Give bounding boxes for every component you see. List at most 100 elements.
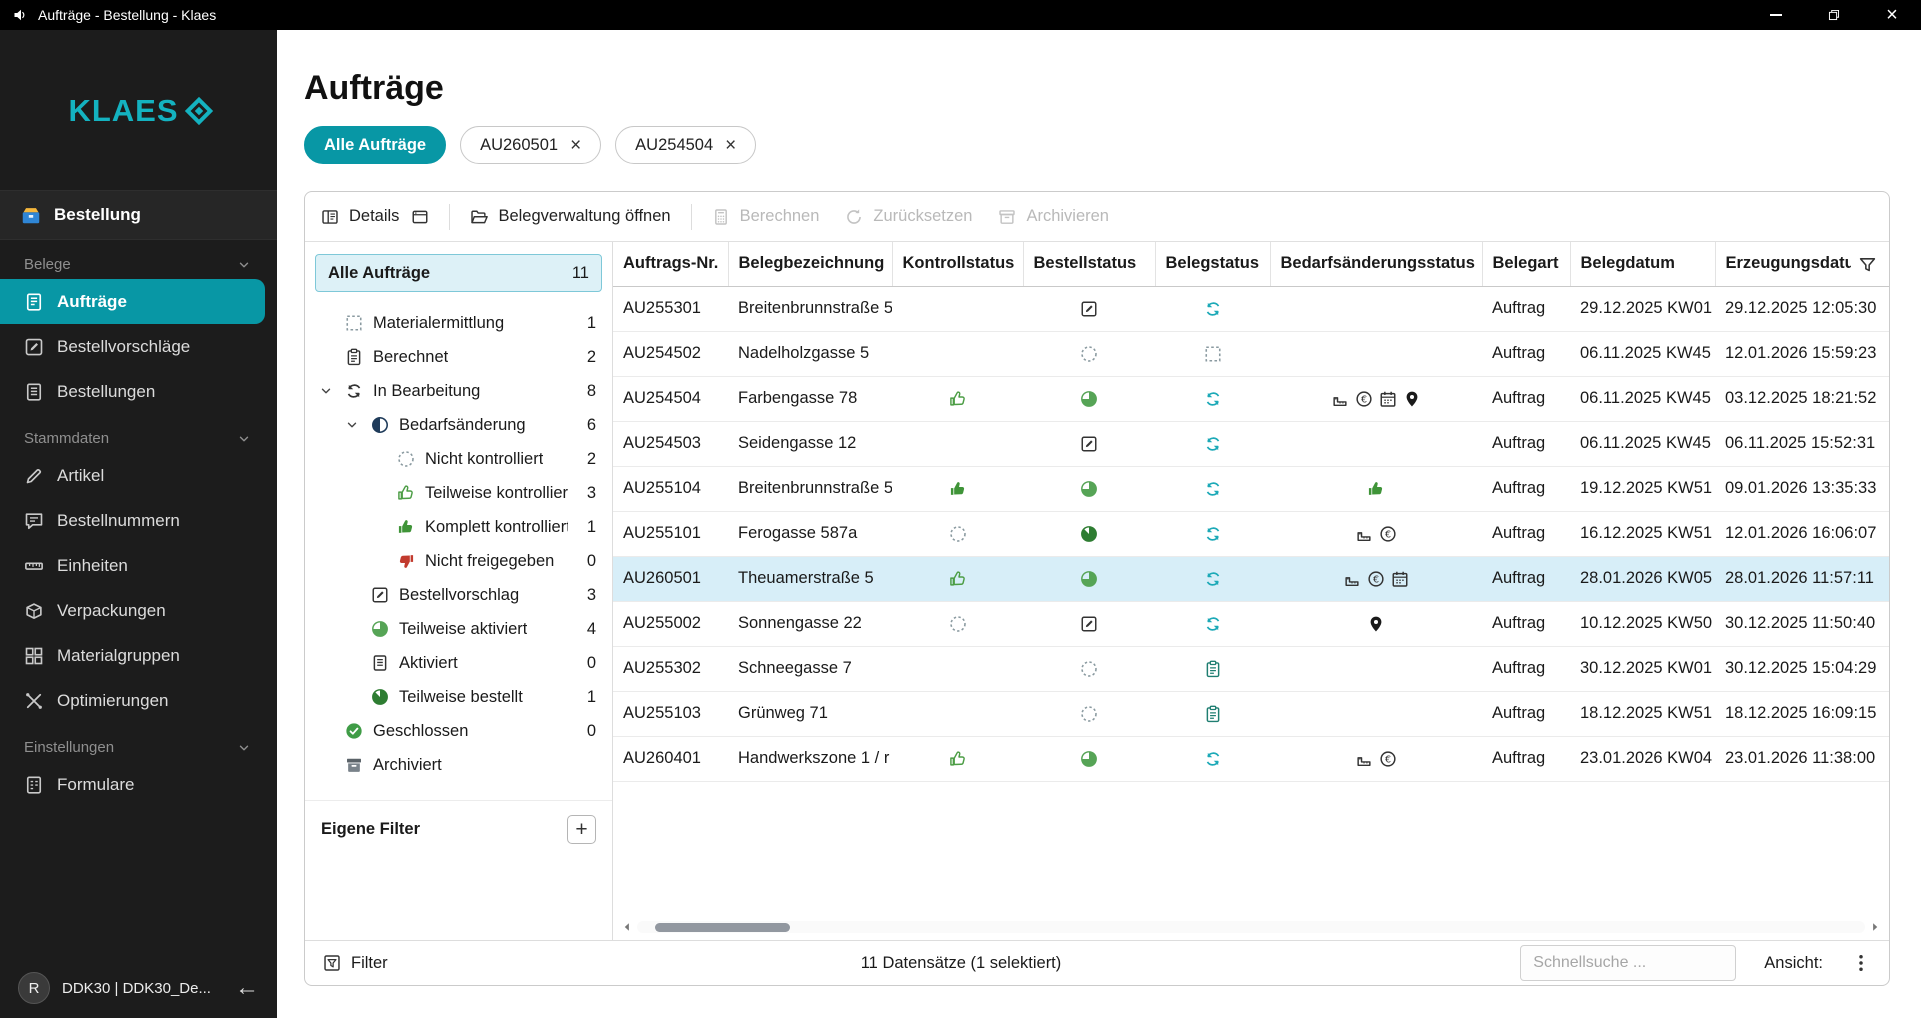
kebab-menu-icon[interactable]: [1851, 953, 1871, 973]
cell-belegbezeichnung: Ferogasse 587a: [728, 511, 892, 556]
close-button[interactable]: ×: [1863, 0, 1921, 30]
sidebar-item-verpackungen[interactable]: Verpackungen: [0, 588, 277, 633]
tree-item-aktiviert[interactable]: Aktiviert0: [305, 646, 612, 680]
tree-item-teilweise-kontrolliert[interactable]: Teilweise kontrolliert3: [305, 476, 612, 510]
table-row[interactable]: AU255104Breitenbrunnstraße 5Auftrag19.12…: [613, 466, 1889, 511]
cell-bedarfsaenderungsstatus: [1270, 691, 1482, 736]
cell-belegbezeichnung: Schneegasse 7: [728, 646, 892, 691]
cell-belegbezeichnung: Theuamerstraße 5: [728, 556, 892, 601]
table-row[interactable]: AU255302Schneegasse 7Auftrag30.12.2025 K…: [613, 646, 1889, 691]
scroll-left-icon[interactable]: [621, 921, 633, 933]
thumb-up-outline-icon: [949, 570, 967, 588]
table-row[interactable]: AU260501Theuamerstraße 5€Auftrag28.01.20…: [613, 556, 1889, 601]
berechnen-button[interactable]: Berechnen: [712, 207, 820, 226]
measure-icon: [1331, 390, 1349, 408]
collapse-sidebar-icon[interactable]: ←: [235, 976, 259, 1000]
sidebar-item-artikel[interactable]: Artikel: [0, 453, 277, 498]
chevron-down-icon[interactable]: [345, 418, 371, 432]
sidebar-item-bestellnummern[interactable]: Bestellnummern: [0, 498, 277, 543]
chevron-down-icon: [237, 258, 251, 272]
sidebar-item-materialgruppen[interactable]: Materialgruppen: [0, 633, 277, 678]
cell-belegdatum: 16.12.2025 KW51: [1570, 511, 1715, 556]
tree-root-label: Alle Aufträge: [328, 264, 430, 283]
column-header-bestellstatus[interactable]: Bestellstatus: [1023, 242, 1155, 286]
edit-square-icon: [1080, 300, 1098, 318]
tree-item-count: 2: [587, 450, 596, 469]
column-header-belegdatum[interactable]: Belegdatum: [1570, 242, 1715, 286]
tree-item-materialermittlung[interactable]: Materialermittlung1: [305, 306, 612, 340]
tree-item-komplett-kontrolliert[interactable]: Komplett kontrolliert1: [305, 510, 612, 544]
sidebar-item-optimierungen[interactable]: Optimierungen: [0, 678, 277, 723]
open-belegverwaltung-button[interactable]: Belegverwaltung öffnen: [470, 207, 670, 226]
tree-item-bedarfs-nderung[interactable]: Bedarfsänderung6: [305, 408, 612, 442]
chevron-down-icon[interactable]: [319, 384, 345, 398]
records-count: 11 Datensätze (1 selektiert): [861, 954, 1062, 973]
chip-close-icon[interactable]: ×: [570, 136, 581, 155]
zuruecksetzen-button[interactable]: Zurücksetzen: [845, 207, 972, 226]
quick-search-input[interactable]: [1520, 945, 1736, 981]
minimize-button[interactable]: [1747, 0, 1805, 30]
tree-item-geschlossen[interactable]: Geschlossen0: [305, 714, 612, 748]
column-header-belegbezeichnung[interactable]: Belegbezeichnung: [728, 242, 892, 286]
tree-item-count: 1: [587, 688, 596, 707]
nav-section-einstellungen[interactable]: Einstellungen: [0, 723, 277, 762]
thumb-up-filled-icon: [397, 518, 415, 536]
filter-label: Filter: [351, 954, 388, 973]
column-header-bedarfs-nderungsstatus[interactable]: Bedarfsänderungsstatus: [1270, 242, 1482, 286]
sidebar-item-label: Bestellvorschläge: [57, 337, 190, 357]
details-button[interactable]: Details: [321, 207, 399, 226]
tree-item-bestellvorschlag[interactable]: Bestellvorschlag3: [305, 578, 612, 612]
filter-chip-au254504[interactable]: AU254504×: [615, 126, 756, 164]
tree-item-alle-auftraege[interactable]: Alle Aufträge 11: [315, 254, 602, 292]
avatar[interactable]: R: [18, 972, 50, 1004]
tree-item-nicht-kontrolliert[interactable]: Nicht kontrolliert2: [305, 442, 612, 476]
table-row[interactable]: AU255301Breitenbrunnstraße 5Auftrag29.12…: [613, 286, 1889, 331]
add-filter-button[interactable]: +: [567, 815, 596, 844]
tree-item-teilweise-bestellt[interactable]: Teilweise bestellt1: [305, 680, 612, 714]
sidebar-item-bestellungen[interactable]: Bestellungen: [0, 369, 277, 414]
table-row[interactable]: AU260401Handwerkszone 1 / r€Auftrag23.01…: [613, 736, 1889, 781]
sidebar-item-bestellvorschl-ge[interactable]: Bestellvorschläge: [0, 324, 277, 369]
pie-partial-icon: [1080, 480, 1098, 498]
scroll-right-icon[interactable]: [1869, 921, 1881, 933]
filter-funnel-icon[interactable]: [1851, 253, 1877, 277]
table-row[interactable]: AU255002Sonnengasse 22Auftrag10.12.2025 …: [613, 601, 1889, 646]
tree-item-teilweise-aktiviert[interactable]: Teilweise aktiviert4: [305, 612, 612, 646]
column-header-belegstatus[interactable]: Belegstatus: [1155, 242, 1270, 286]
table-row[interactable]: AU255101Ferogasse 587a€Auftrag16.12.2025…: [613, 511, 1889, 556]
cell-belegstatus: [1155, 286, 1270, 331]
column-header-belegart[interactable]: Belegart: [1482, 242, 1570, 286]
sidebar-item-label: Formulare: [57, 775, 134, 795]
chip-close-icon[interactable]: ×: [725, 136, 736, 155]
table-row[interactable]: AU254503Seidengasse 12Auftrag06.11.2025 …: [613, 421, 1889, 466]
table-row[interactable]: AU254502Nadelholzgasse 5Auftrag06.11.202…: [613, 331, 1889, 376]
scrollbar-thumb[interactable]: [655, 923, 790, 932]
sidebar-item-auftr-ge[interactable]: Aufträge: [0, 279, 265, 324]
orders-table: Auftrags-Nr.BelegbezeichnungKontrollstat…: [613, 242, 1889, 782]
filter-chip-alle-auftr-ge[interactable]: Alle Aufträge: [304, 126, 446, 164]
table-row[interactable]: AU255103Grünweg 71Auftrag18.12.2025 KW51…: [613, 691, 1889, 736]
sidebar-item-formulare[interactable]: Formulare: [0, 762, 277, 807]
tree-item-berechnet[interactable]: Berechnet2: [305, 340, 612, 374]
column-header-auftrags-nr[interactable]: Auftrags-Nr.: [613, 242, 728, 286]
sync-icon: [1204, 525, 1222, 543]
nav-section-stammdaten[interactable]: Stammdaten: [0, 414, 277, 453]
filter-button[interactable]: Filter: [323, 954, 388, 973]
tree-item-archiviert[interactable]: Archiviert: [305, 748, 612, 782]
filter-chip-au260501[interactable]: AU260501×: [460, 126, 601, 164]
maximize-button[interactable]: [1805, 0, 1863, 30]
nav-section-belege[interactable]: Belege: [0, 240, 277, 279]
sidebar-item-einheiten[interactable]: Einheiten: [0, 543, 277, 588]
scrollbar-track[interactable]: [637, 921, 1865, 933]
archivieren-button[interactable]: Archivieren: [998, 207, 1109, 226]
details-card-button[interactable]: [411, 208, 429, 226]
tree-item-label: Bestellvorschlag: [399, 586, 519, 605]
cell-belegbezeichnung: Breitenbrunnstraße 5: [728, 466, 892, 511]
tree-item-nicht-freigegeben[interactable]: Nicht freigegeben0: [305, 544, 612, 578]
tree-item-in-bearbeitung[interactable]: In Bearbeitung8: [305, 374, 612, 408]
module-bestellung[interactable]: Bestellung: [0, 190, 277, 240]
column-header-kontrollstatus[interactable]: Kontrollstatus: [892, 242, 1023, 286]
cell-belegstatus: [1155, 511, 1270, 556]
ruler-icon: [24, 556, 44, 576]
table-row[interactable]: AU254504Farbengasse 78€Auftrag06.11.2025…: [613, 376, 1889, 421]
